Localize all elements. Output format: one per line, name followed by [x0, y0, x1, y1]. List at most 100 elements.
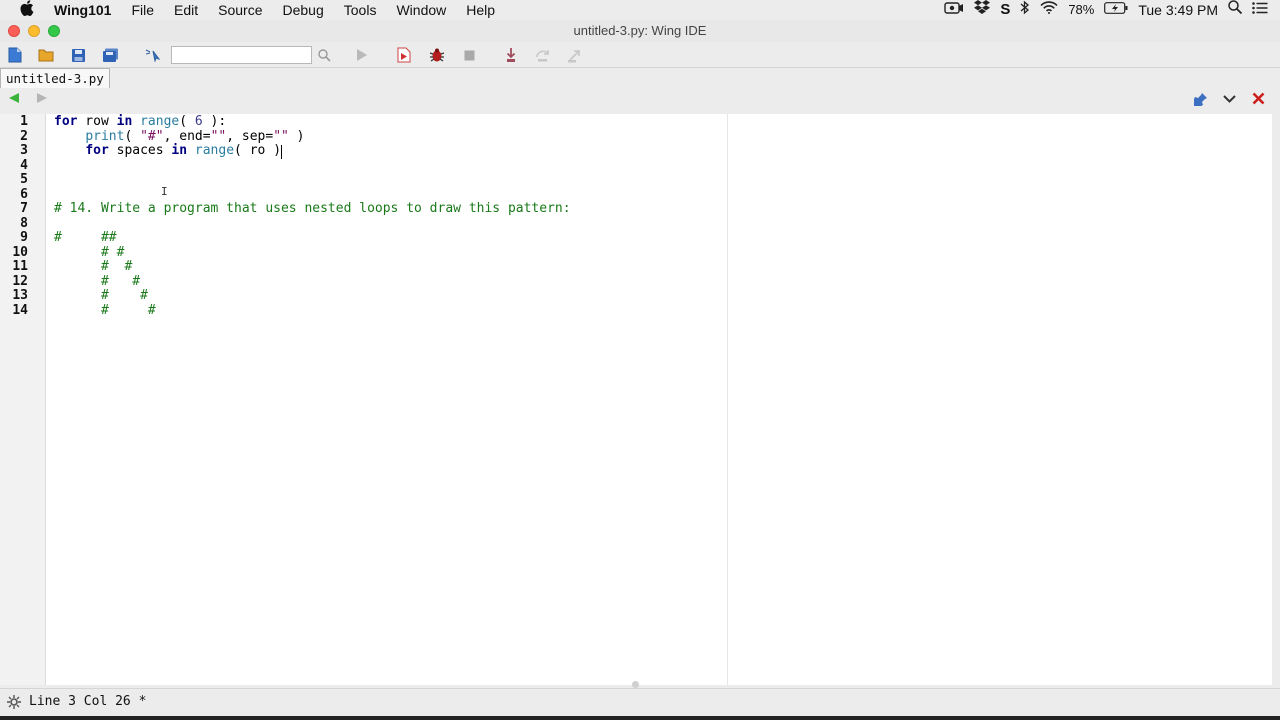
keyword-token: for: [85, 143, 109, 158]
line-number-gutter: 1 2 3 4 5 6 7 8 9 10 11 12 13 14: [0, 114, 46, 685]
code-token: , sep=: [226, 128, 274, 144]
run-icon[interactable]: [353, 46, 371, 64]
line-number: 11: [12, 259, 28, 274]
builtin-token: range: [194, 143, 235, 158]
ibeam-cursor-icon: I: [161, 185, 168, 198]
editor-tab-bar: untitled-3.py: [0, 68, 1280, 88]
line-number: 7: [20, 201, 28, 216]
code-line-13: # #: [54, 288, 148, 303]
line-number: 5: [20, 172, 28, 187]
menu-edit[interactable]: Edit: [164, 0, 208, 20]
spotlight-search-icon[interactable]: [1228, 0, 1243, 20]
code-token: ): [273, 143, 282, 158]
menu-tools[interactable]: Tools: [334, 0, 387, 20]
line-number: 8: [20, 215, 28, 231]
new-file-icon[interactable]: [6, 46, 24, 64]
apple-icon[interactable]: [0, 0, 54, 20]
step-out-icon[interactable]: [566, 46, 584, 64]
battery-charging-icon[interactable]: [1104, 0, 1128, 20]
status-settings-icon[interactable]: [7, 695, 21, 712]
tab-untitled-3[interactable]: untitled-3.py: [0, 68, 110, 88]
line-number: 4: [20, 157, 28, 173]
debug-bug-icon[interactable]: [428, 46, 446, 64]
builtin-token: print: [85, 128, 125, 144]
code-token: (: [124, 128, 141, 144]
code-token: ):: [202, 114, 227, 129]
code-line-11: # #: [54, 259, 133, 274]
line-number: 3: [20, 143, 28, 158]
line-number: 1: [20, 114, 28, 129]
chevron-down-icon[interactable]: [1223, 92, 1236, 107]
line-number: 6: [20, 186, 28, 202]
screen-record-icon[interactable]: [944, 0, 964, 20]
line-number: 12: [12, 273, 28, 289]
keyword-token: in: [171, 143, 188, 158]
string-token: "": [273, 128, 289, 144]
notification-center-icon[interactable]: [1252, 0, 1268, 20]
string-token: "#": [140, 128, 164, 144]
save-icon[interactable]: [69, 46, 87, 64]
edge-margin-line: [727, 114, 728, 685]
string-token: "": [210, 128, 227, 144]
pin-icon[interactable]: [1194, 92, 1208, 109]
keyword-token: for: [54, 114, 78, 129]
code-token: (: [179, 114, 195, 129]
code-line-12: # #: [54, 273, 141, 289]
code-token: spaces: [108, 143, 172, 158]
window-minimize-button[interactable]: [28, 25, 40, 37]
window-zoom-button[interactable]: [48, 25, 60, 37]
menubar-clock[interactable]: Tue 3:49 PM: [1138, 0, 1218, 20]
line-number: 14: [12, 302, 28, 318]
menu-debug[interactable]: Debug: [273, 0, 334, 20]
close-editor-icon[interactable]: [1252, 92, 1265, 108]
back-arrow-icon[interactable]: [8, 92, 20, 107]
menu-help[interactable]: Help: [456, 0, 505, 20]
code-line-7: # 14. Write a program that uses nested l…: [54, 201, 571, 216]
code-token: ( ro: [234, 143, 274, 158]
code-line-1: for row in range( 6 ):: [54, 114, 227, 130]
cursor-position-status: Line 3 Col 26 *: [29, 694, 147, 709]
code-line-3: for spaces in range( ro ): [54, 143, 282, 159]
menu-window[interactable]: Window: [386, 0, 456, 20]
code-token: row: [77, 114, 117, 129]
text-caret: [281, 145, 282, 159]
window-close-button[interactable]: [8, 25, 20, 37]
code-line-10: # #: [54, 244, 125, 260]
wifi-icon[interactable]: [1040, 0, 1058, 20]
menu-file[interactable]: File: [121, 0, 164, 20]
code-line-14: # #: [54, 302, 156, 318]
search-options-icon[interactable]: [143, 46, 161, 64]
toolbar: [0, 42, 1280, 68]
keyword-token: in: [116, 114, 133, 129]
step-over-icon[interactable]: [534, 46, 552, 64]
code-line-2: print( "#", end="", sep="" ): [54, 128, 304, 145]
search-icon[interactable]: [315, 46, 333, 64]
macos-menubar: Wing101 File Edit Source Debug Tools Win…: [0, 0, 1280, 20]
line-number: 10: [12, 244, 28, 260]
step-into-icon[interactable]: [502, 46, 520, 64]
window-title: untitled-3.py: Wing IDE: [573, 23, 707, 38]
status-bar: Line 3 Col 26 *: [0, 688, 1280, 716]
code-editor[interactable]: 1 2 3 4 5 6 7 8 9 10 11 12 13 14 for row…: [0, 114, 1272, 685]
forward-arrow-icon[interactable]: [36, 92, 48, 107]
toolbar-search-input[interactable]: [171, 46, 312, 64]
builtin-token: range: [140, 114, 180, 129]
editor-nav-bar: [0, 88, 1280, 114]
save-all-icon[interactable]: [101, 46, 119, 64]
screen-bottom-edge: [0, 716, 1280, 720]
open-folder-icon[interactable]: [37, 46, 55, 64]
menu-app-name[interactable]: Wing101: [54, 0, 121, 20]
line-number: 2: [20, 128, 28, 144]
line-number: 13: [12, 288, 28, 303]
skype-icon[interactable]: S: [1000, 0, 1010, 20]
stop-icon[interactable]: [460, 46, 478, 64]
run-file-icon[interactable]: [395, 46, 413, 64]
window-titlebar: untitled-3.py: Wing IDE: [0, 20, 1280, 42]
dropbox-icon[interactable]: [974, 0, 991, 20]
menu-source[interactable]: Source: [208, 0, 272, 20]
splitter-handle[interactable]: [632, 681, 639, 688]
bluetooth-icon[interactable]: [1020, 0, 1030, 21]
